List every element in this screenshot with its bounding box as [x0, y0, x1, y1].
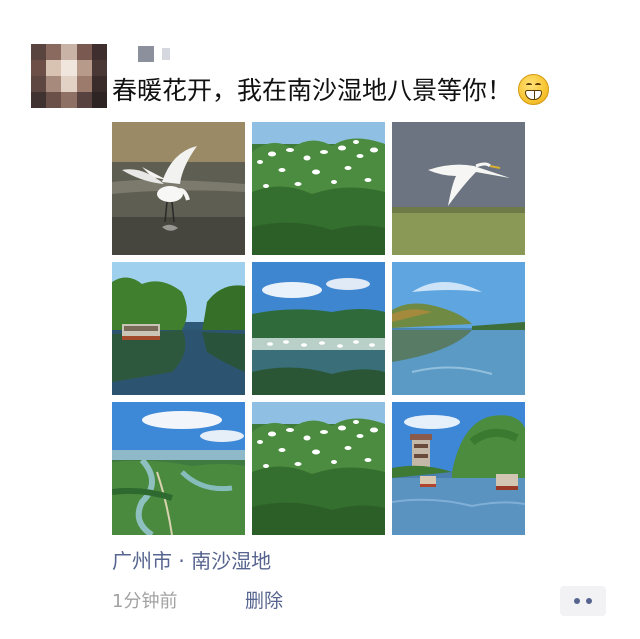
photo-3[interactable] — [392, 122, 525, 255]
photo-2[interactable] — [252, 122, 385, 255]
location-link[interactable]: 广州市 · 南沙湿地 — [112, 548, 271, 574]
photo-6[interactable] — [392, 262, 525, 395]
username-redacted[interactable] — [138, 46, 170, 62]
egrets-in-trees-photo — [252, 402, 385, 535]
tower-and-boats-photo — [392, 402, 525, 535]
timestamp: 1分钟前 — [112, 591, 178, 612]
moments-post: 春暖花开，我在南沙湿地八景等你！ 广州市 · 南沙湿地 1分钟前 删除 — [0, 0, 640, 639]
post-text-line: 春暖花开，我在南沙湿地八景等你！ — [112, 74, 550, 108]
egret-in-flight-photo — [392, 122, 525, 255]
photo-4[interactable] — [112, 262, 245, 395]
photo-5[interactable] — [252, 262, 385, 395]
photo-8[interactable] — [252, 402, 385, 535]
photo-grid — [112, 122, 526, 536]
post-text: 春暖花开，我在南沙湿地八景等你！ — [112, 76, 513, 105]
photo-7[interactable] — [112, 402, 245, 535]
avatar[interactable] — [31, 44, 107, 108]
delete-button[interactable]: 删除 — [245, 589, 283, 613]
egret-landing-photo — [112, 122, 245, 255]
grinning-face-icon — [518, 74, 550, 105]
egrets-in-trees-photo — [252, 122, 385, 255]
more-dots-icon[interactable] — [560, 586, 606, 616]
reed-shore-lake-photo — [392, 262, 525, 395]
aerial-wetland-photo — [112, 402, 245, 535]
photo-1[interactable] — [112, 122, 245, 255]
photo-9[interactable] — [392, 402, 525, 535]
wetland-lake-photo — [252, 262, 385, 395]
river-boat-photo — [112, 262, 245, 395]
